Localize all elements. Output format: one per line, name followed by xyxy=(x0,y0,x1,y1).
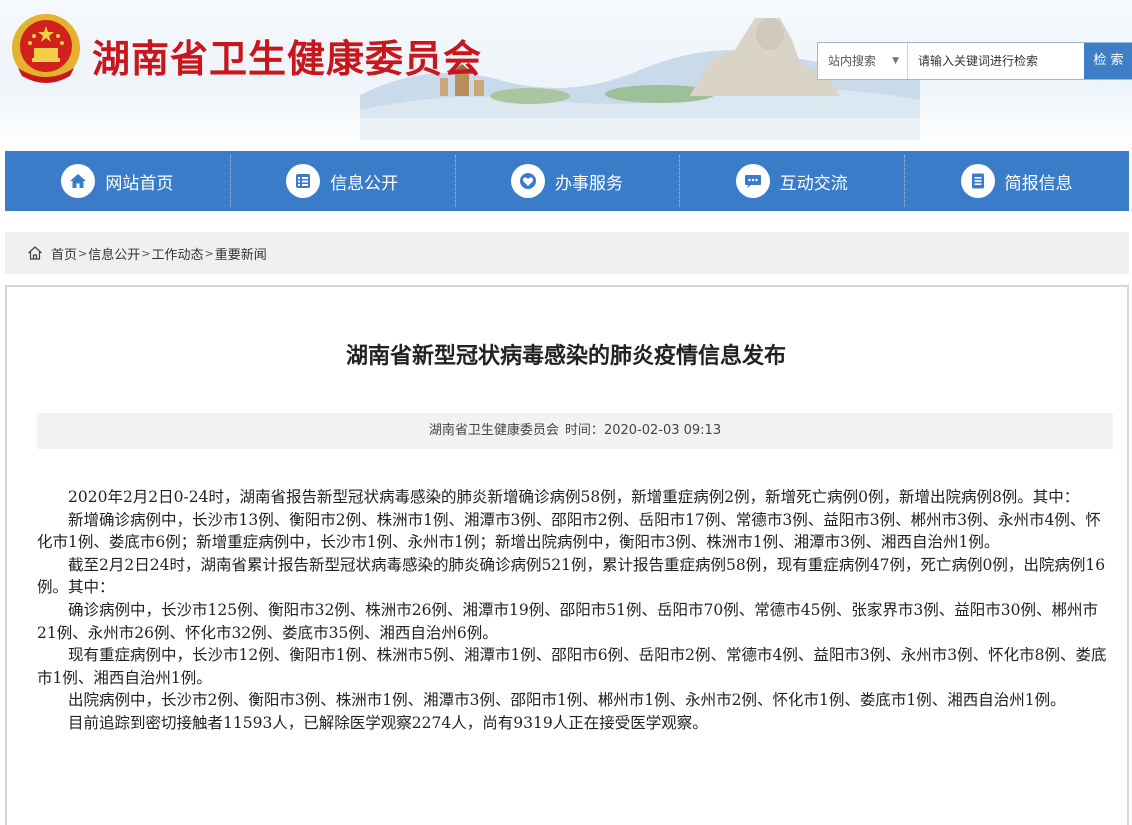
nav-item-home[interactable]: 网站首页 xyxy=(5,151,230,211)
nav-item-label: 简报信息 xyxy=(1004,173,1073,194)
nav-item-services[interactable]: 办事服务 xyxy=(454,151,680,211)
chevron-down-icon: ▼ xyxy=(892,56,899,66)
article-paragraph: 确诊病例中，长沙市125例、衡阳市32例、株洲市26例、湘潭市19例、邵阳市51… xyxy=(37,600,1099,642)
nav-item-label: 信息公开 xyxy=(330,173,399,194)
article-source: 湖南省卫生健康委员会 xyxy=(428,423,559,438)
breadcrumb: 首页 > 信息公开 > 工作动态 > 重要新闻 xyxy=(5,232,1129,274)
article-meta: 湖南省卫生健康委员会 时间：2020-02-03 09:13 xyxy=(37,413,1113,449)
breadcrumb-separator: > xyxy=(141,246,151,260)
info-list-icon xyxy=(286,164,321,198)
nav-item-label: 互动交流 xyxy=(779,173,848,194)
breadcrumb-separator: > xyxy=(204,246,214,260)
service-icon xyxy=(510,164,545,198)
search-scope-select[interactable]: 站内搜索 ▼ xyxy=(818,43,908,79)
chat-icon xyxy=(735,164,770,198)
article-paragraph: 2020年2月2日0-24时，湖南省报告新型冠状病毒感染的肺炎新增确诊病例58例… xyxy=(68,488,1080,506)
article-paragraph: 现有重症病例中，长沙市12例、衡阳市1例、株洲市5例、湘潭市1例、邵阳市6例、岳… xyxy=(37,646,1107,687)
breadcrumb-home-link[interactable]: 首页 xyxy=(51,244,77,263)
breadcrumb-work-news-link[interactable]: 工作动态 xyxy=(151,244,203,263)
main-nav: 网站首页 信息公开 办事服务 互动交流 简报信息 xyxy=(5,151,1129,211)
nav-item-label: 网站首页 xyxy=(105,173,174,194)
national-emblem-logo xyxy=(12,14,80,83)
document-icon xyxy=(960,164,995,198)
article-time: 2020-02-03 09:13 xyxy=(603,423,722,438)
site-header: 湖南省卫生健康委员会 站内搜索 ▼ 检 索 xyxy=(0,0,1132,150)
nav-item-info-public[interactable]: 信息公开 xyxy=(229,151,455,211)
nav-item-interaction[interactable]: 互动交流 xyxy=(679,151,904,211)
article-paragraph: 新增确诊病例中，长沙市13例、衡阳市2例、株洲市1例、湘潭市3例、邵阳市2例、岳… xyxy=(37,510,1101,552)
article-paragraph: 出院病例中，长沙市2例、衡阳市3例、株洲市1例、湘潭市3例、邵阳市1例、郴州市1… xyxy=(68,691,1066,710)
breadcrumb-info-public-link[interactable]: 信息公开 xyxy=(88,244,140,263)
article-title: 湖南省新型冠状病毒感染的肺炎疫情信息发布 xyxy=(345,344,786,369)
search-bar: 站内搜索 ▼ 检 索 xyxy=(817,42,1132,80)
article-body: 2020年2月2日0-24时，湖南省报告新型冠状病毒感染的肺炎新增确诊病例58例… xyxy=(37,486,1113,735)
site-title: 湖南省卫生健康委员会 xyxy=(92,37,483,81)
home-icon xyxy=(28,246,42,260)
breadcrumb-important-news-link[interactable]: 重要新闻 xyxy=(215,244,267,263)
nav-item-label: 办事服务 xyxy=(554,173,623,194)
article-time-label: 时间： xyxy=(564,423,604,438)
search-button[interactable]: 检 索 xyxy=(1084,43,1132,79)
breadcrumb-separator: > xyxy=(78,246,88,260)
search-scope-label: 站内搜索 xyxy=(828,54,877,68)
article-paragraph: 截至2月2日24时，湖南省累计报告新型冠状病毒感染的肺炎确诊病例521例，累计报… xyxy=(37,555,1106,597)
article-paragraph: 目前追踪到密切接触者11593人，已解除医学观察2274人，尚有9319人正在接… xyxy=(68,713,708,732)
nav-item-briefing[interactable]: 简报信息 xyxy=(904,151,1129,211)
home-icon xyxy=(61,164,96,198)
search-input[interactable] xyxy=(910,43,1080,79)
